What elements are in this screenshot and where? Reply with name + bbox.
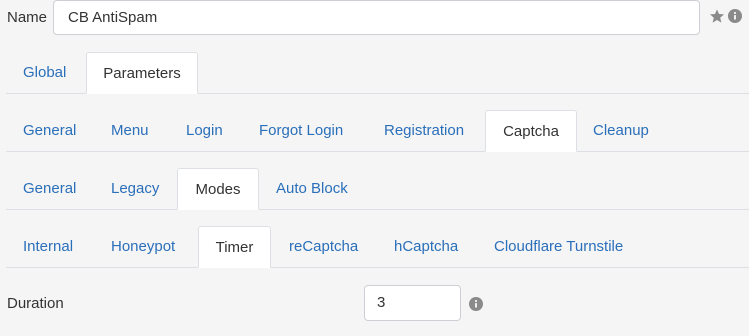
tab-cloudflare-turnstile[interactable]: Cloudflare Turnstile xyxy=(494,226,623,267)
name-input[interactable]: CB AntiSpam xyxy=(53,0,700,35)
tab-recaptcha[interactable]: reCaptcha xyxy=(289,226,358,267)
tabbar-level3: General Legacy Modes Auto Block xyxy=(6,168,749,210)
info-icon[interactable] xyxy=(728,9,742,23)
star-icon[interactable] xyxy=(709,8,725,24)
name-label: Name xyxy=(7,9,48,26)
duration-input[interactable]: 3 xyxy=(364,285,461,321)
tab-cleanup[interactable]: Cleanup xyxy=(593,110,649,151)
tab-forgot-login[interactable]: Forgot Login xyxy=(259,110,343,151)
tabbar-level2: General Menu Login Forgot Login Registra… xyxy=(6,110,749,152)
tab-registration[interactable]: Registration xyxy=(384,110,464,151)
tab-captcha[interactable]: Captcha xyxy=(485,110,577,152)
tab-menu[interactable]: Menu xyxy=(111,110,149,151)
tab-modes[interactable]: Modes xyxy=(177,168,259,210)
tab-timer[interactable]: Timer xyxy=(198,226,271,268)
tab-login[interactable]: Login xyxy=(186,110,223,151)
tabbar-level1: Global Parameters xyxy=(6,52,749,94)
tab-hcaptcha[interactable]: hCaptcha xyxy=(394,226,458,267)
duration-label: Duration xyxy=(7,295,64,312)
name-row: Name CB AntiSpam xyxy=(0,0,749,36)
tab-honeypot[interactable]: Honeypot xyxy=(111,226,175,267)
tab-parameters[interactable]: Parameters xyxy=(86,52,198,94)
tab-auto-block[interactable]: Auto Block xyxy=(276,168,348,209)
tab-general-modes[interactable]: General xyxy=(23,168,76,209)
tab-global[interactable]: Global xyxy=(23,52,66,93)
tab-internal[interactable]: Internal xyxy=(23,226,73,267)
tabbar-level4: Internal Honeypot Timer reCaptcha hCaptc… xyxy=(6,226,749,268)
tab-legacy[interactable]: Legacy xyxy=(111,168,159,209)
tab-general[interactable]: General xyxy=(23,110,76,151)
info-icon[interactable] xyxy=(469,297,483,311)
